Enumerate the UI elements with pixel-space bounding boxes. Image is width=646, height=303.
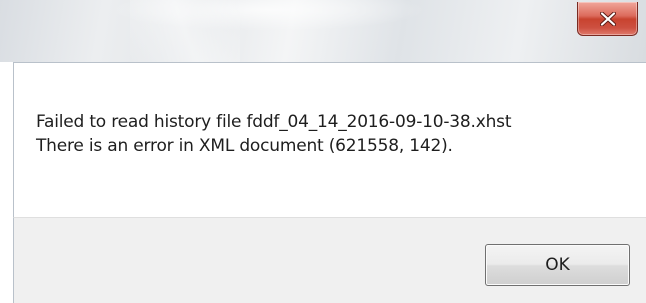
message-area: Failed to read history file fddf_04_14_2… bbox=[13, 62, 646, 217]
message-line-2: There is an error in XML document (62155… bbox=[36, 136, 453, 156]
close-button[interactable] bbox=[577, 2, 638, 36]
title-bar[interactable] bbox=[0, 0, 646, 62]
ok-button[interactable]: OK bbox=[485, 244, 630, 286]
title-bar-glare bbox=[130, 0, 240, 62]
message-line-1: Failed to read history file fddf_04_14_2… bbox=[36, 112, 512, 132]
error-dialog: Failed to read history file fddf_04_14_2… bbox=[0, 0, 646, 303]
close-icon bbox=[578, 2, 637, 35]
button-bar: OK bbox=[13, 217, 646, 303]
error-message: Failed to read history file fddf_04_14_2… bbox=[36, 110, 636, 158]
